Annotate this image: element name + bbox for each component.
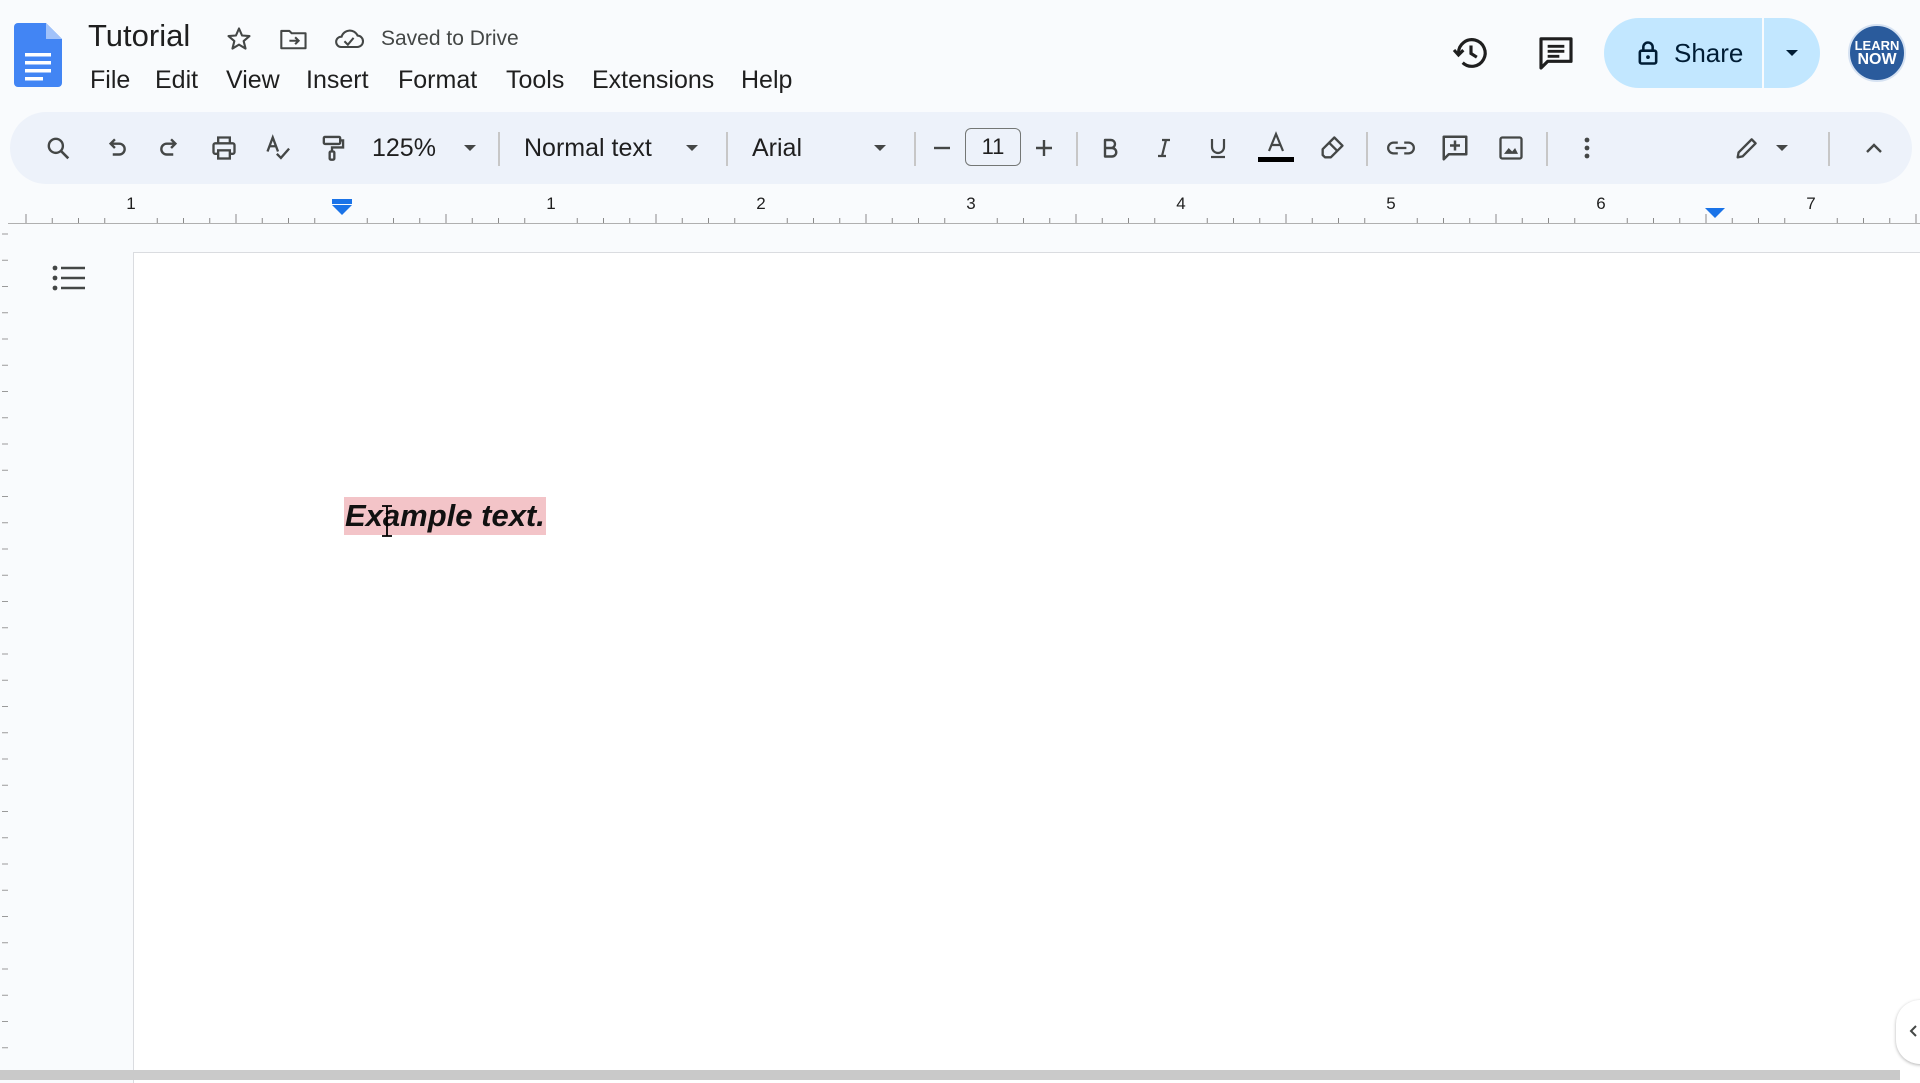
menu-edit[interactable]: Edit	[151, 64, 202, 97]
ruler-label: 7	[1806, 194, 1815, 213]
history-icon[interactable]	[1450, 33, 1492, 73]
toolbar-divider	[726, 132, 728, 166]
toolbar-divider	[1546, 132, 1548, 166]
save-status-text: Saved to Drive	[381, 27, 519, 50]
document-title[interactable]: Tutorial	[88, 18, 190, 54]
decrease-font-icon[interactable]	[922, 112, 962, 184]
zoom-dropdown-icon[interactable]	[458, 112, 482, 184]
docs-logo-icon[interactable]	[14, 23, 62, 87]
menu-file[interactable]: File	[86, 64, 134, 97]
zoom-select[interactable]: 125%	[372, 112, 452, 184]
ruler-label: 3	[966, 194, 975, 213]
paragraph-style-value: Normal text	[524, 133, 652, 162]
image-icon[interactable]	[1490, 112, 1532, 184]
horizontal-scrollbar[interactable]	[0, 1070, 1900, 1080]
menu-extensions[interactable]: Extensions	[588, 64, 718, 97]
text-cursor-icon	[380, 504, 394, 538]
right-indent-marker[interactable]	[1705, 208, 1725, 218]
italic-icon[interactable]	[1144, 112, 1184, 184]
link-icon[interactable]	[1380, 112, 1422, 184]
font-size-input[interactable]: 11	[965, 128, 1021, 166]
menu-help[interactable]: Help	[737, 64, 796, 97]
ruler-label: 1	[126, 194, 135, 213]
lock-icon	[1636, 39, 1660, 67]
toolbar-divider	[1828, 132, 1830, 166]
style-dropdown-icon[interactable]	[680, 112, 704, 184]
account-avatar[interactable]: LEARN NOW	[1848, 24, 1906, 82]
star-icon[interactable]	[225, 25, 253, 53]
avatar-text-line2: NOW	[1857, 51, 1897, 68]
share-button[interactable]: Share	[1604, 18, 1762, 88]
selected-body-text[interactable]: Example text.	[344, 497, 546, 535]
pencil-icon	[1733, 134, 1761, 162]
document-page[interactable]	[133, 252, 1920, 1083]
toolbar-divider	[498, 132, 500, 166]
redo-icon[interactable]	[150, 112, 190, 184]
highlight-icon[interactable]	[1312, 112, 1352, 184]
menu-format[interactable]: Format	[394, 64, 481, 97]
ruler-label: 2	[756, 194, 765, 213]
more-icon[interactable]	[1570, 112, 1604, 184]
share-button-group: Share	[1604, 18, 1820, 88]
ruler-label: 1	[546, 194, 555, 213]
bold-icon[interactable]	[1090, 112, 1130, 184]
menu-view[interactable]: View	[222, 64, 284, 97]
ruler-label: 4	[1176, 194, 1185, 213]
chevron-down-icon	[1785, 48, 1799, 58]
toolbar-divider	[914, 132, 916, 166]
cloud-saved-icon[interactable]	[333, 25, 365, 53]
toolbar-divider	[1366, 132, 1368, 166]
chevron-left-icon	[1908, 1024, 1918, 1038]
vertical-ruler[interactable]	[0, 230, 10, 1050]
add-comment-icon[interactable]	[1434, 112, 1476, 184]
undo-icon[interactable]	[96, 112, 136, 184]
horizontal-ruler[interactable]: 1 1 2 3 4 5 6 7	[8, 193, 1920, 225]
increase-font-icon[interactable]	[1024, 112, 1064, 184]
ruler-baseline	[8, 223, 1920, 224]
share-label: Share	[1674, 37, 1744, 68]
left-indent-marker[interactable]	[332, 199, 352, 215]
ruler-label: 5	[1386, 194, 1395, 213]
ruler-label: 6	[1596, 194, 1605, 213]
editing-mode-dropdown-icon	[1775, 143, 1789, 153]
editing-mode-button[interactable]	[1726, 112, 1796, 184]
collapse-icon[interactable]	[1854, 112, 1894, 184]
move-folder-icon[interactable]	[279, 25, 309, 53]
font-family-value: Arial	[752, 133, 803, 162]
text-color-icon[interactable]	[1254, 112, 1298, 184]
paint-format-icon[interactable]	[312, 112, 352, 184]
spellcheck-icon[interactable]	[258, 112, 298, 184]
toolbar: 125% Normal text Arial 11	[10, 112, 1912, 184]
search-icon[interactable]	[38, 112, 78, 184]
menu-tools[interactable]: Tools	[502, 64, 568, 97]
print-icon[interactable]	[204, 112, 244, 184]
comments-icon[interactable]	[1535, 33, 1577, 73]
zoom-value: 125%	[372, 133, 436, 162]
toolbar-divider	[1076, 132, 1078, 166]
share-options-button[interactable]	[1764, 18, 1820, 88]
font-dropdown-icon[interactable]	[868, 112, 892, 184]
underline-icon[interactable]	[1198, 112, 1238, 184]
document-outline-icon[interactable]	[52, 264, 86, 294]
font-family-select[interactable]: Arial	[752, 112, 872, 184]
menu-insert[interactable]: Insert	[302, 64, 373, 97]
